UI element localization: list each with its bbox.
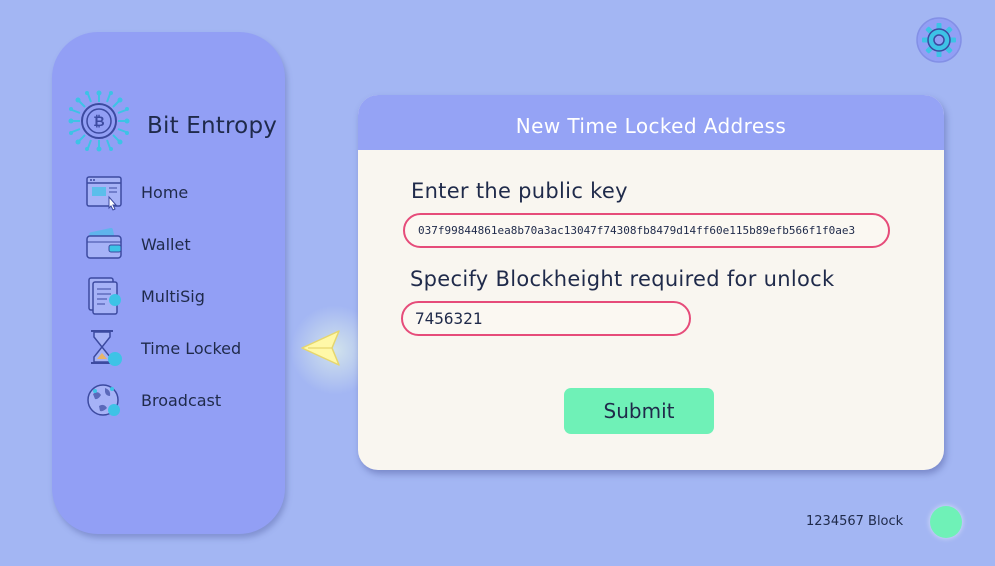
wallet-icon [86,228,122,259]
card-title: New Time Locked Address [358,95,944,150]
globe-icon [87,384,120,416]
svg-text:₿: ₿ [93,114,104,130]
bitcoin-logo-icon: ₿ [68,90,130,152]
pubkey-input[interactable] [403,213,890,248]
submit-button[interactable]: Submit [564,388,714,434]
blockheight-input[interactable] [401,301,691,336]
status-indicator [930,506,962,538]
sidebar-item-wallet[interactable]: Wallet [85,224,275,264]
paper-plane-arrow-icon [301,330,340,366]
sidebar-item-label: Time Locked [141,339,242,358]
sidebar-item-label: MultiSig [141,287,205,306]
browser-window-icon [86,176,122,211]
sidebar-item-home[interactable]: Home [85,172,275,212]
sidebar-item-label: Home [141,183,189,202]
brand[interactable]: ₿ Bit Entropy [68,90,283,152]
sidebar-item-time-locked[interactable]: Time Locked [85,328,275,368]
sidebar-item-multisig[interactable]: MultiSig [85,276,275,316]
document-icon [88,277,121,315]
sidebar-item-label: Broadcast [141,391,222,410]
sidebar-item-label: Wallet [141,235,191,254]
time-locked-form-card: New Time Locked Address Enter the public… [358,95,944,470]
blockheight-label: Specify Blockheight required for unlock [410,267,835,291]
gear-icon[interactable] [915,16,963,64]
block-height-status: 1234567 Block [806,514,904,529]
brand-name: Bit Entropy [147,113,278,139]
sidebar: ₿ Bit Entropy Home Wallet MultiSig Time … [52,32,285,534]
sidebar-item-broadcast[interactable]: Broadcast [85,380,275,420]
pubkey-label: Enter the public key [411,179,628,203]
hourglass-icon [91,330,122,366]
